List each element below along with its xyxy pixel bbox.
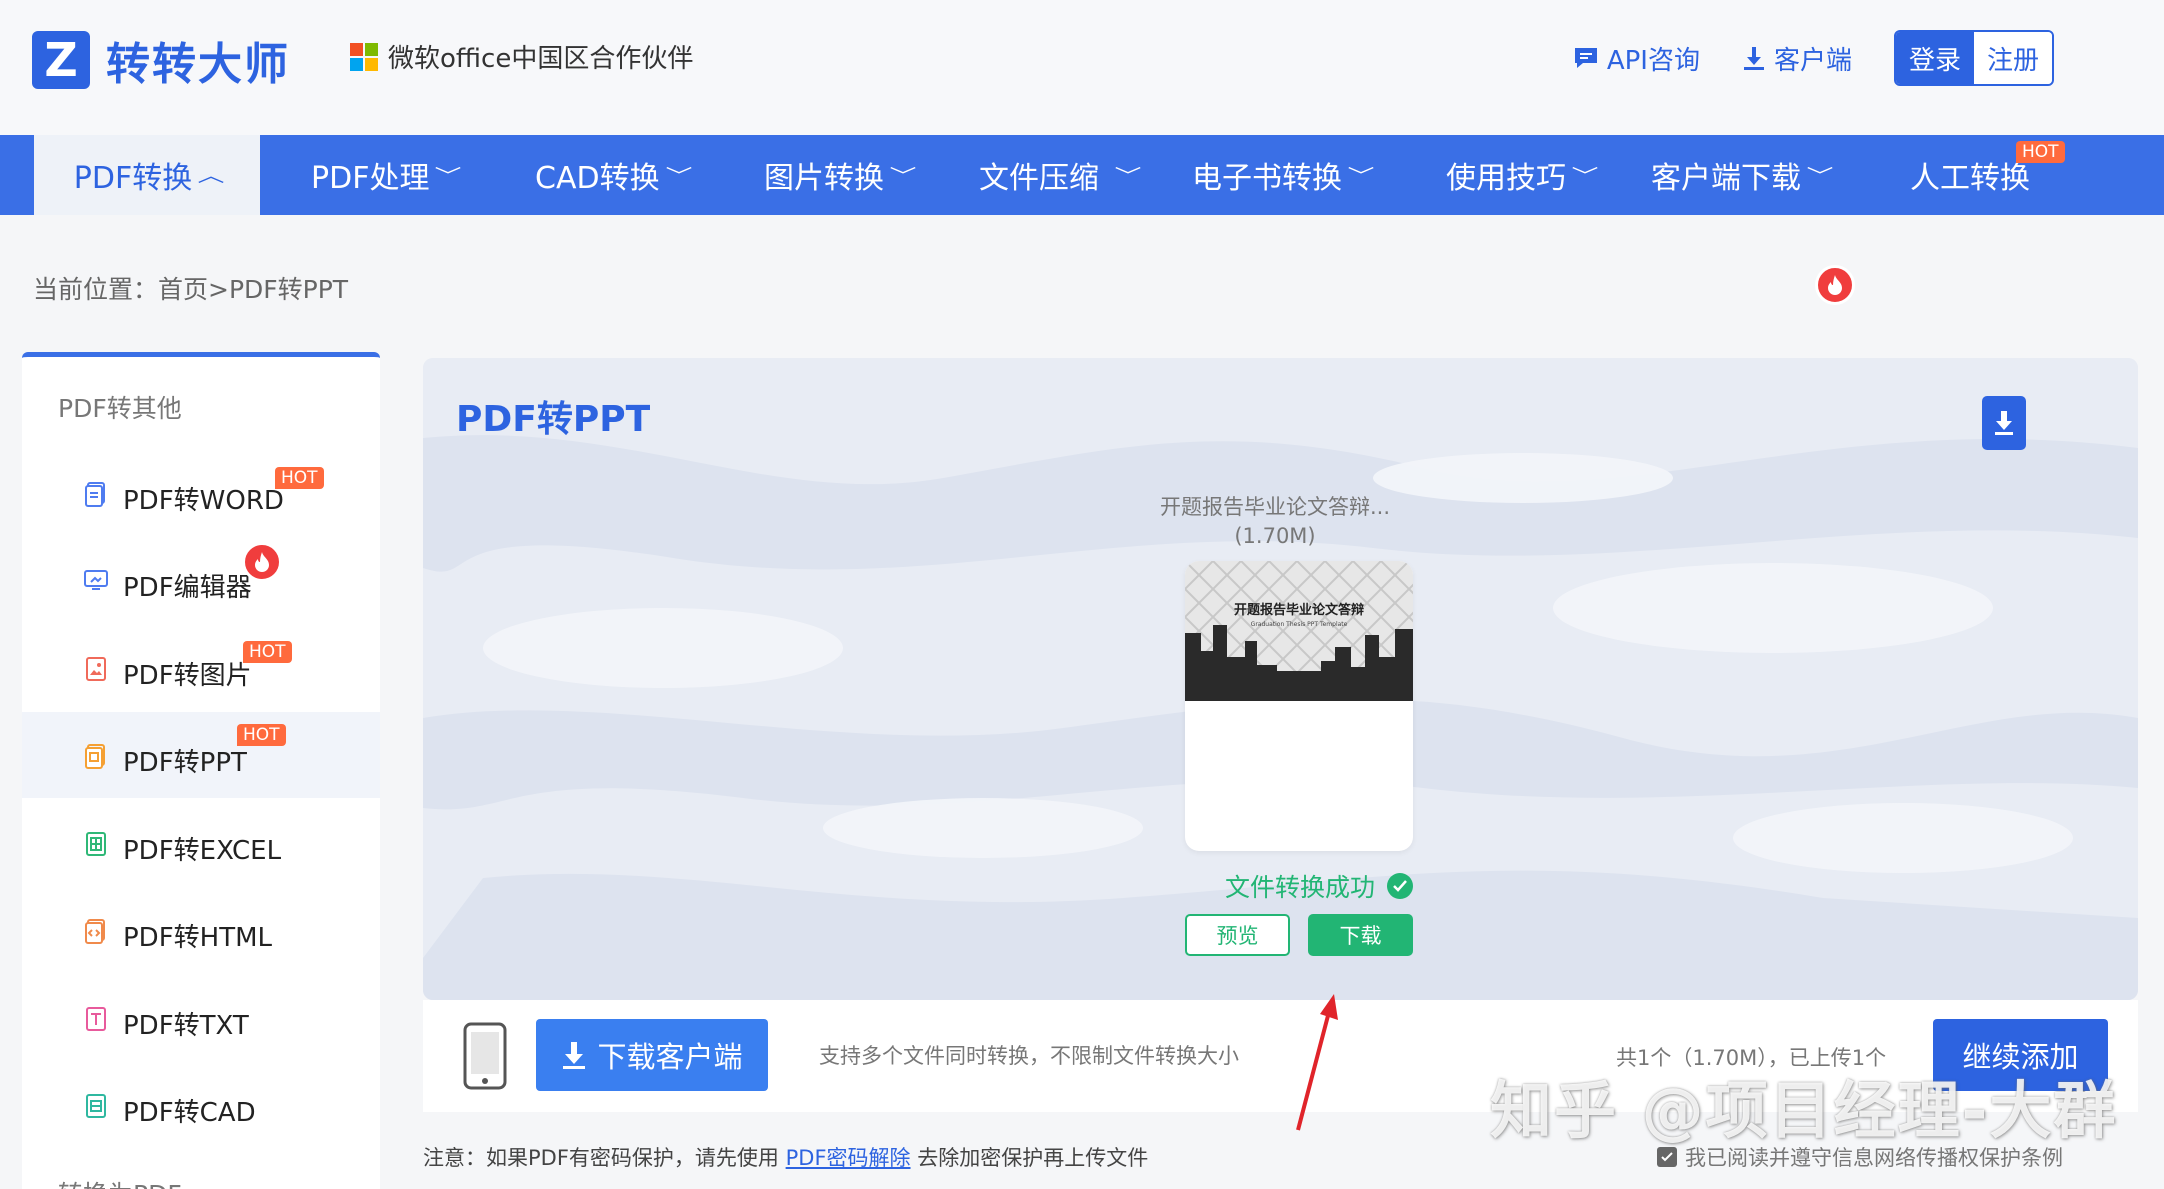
chevron-down-icon: ﹀ <box>1806 166 1834 187</box>
txt-file-icon <box>86 1007 106 1031</box>
sidebar-section-to-pdf: 转换为PDF <box>58 1175 182 1189</box>
chevron-up-icon: ︿ <box>197 166 225 187</box>
top-bar: Z 转转大师 微软office中国区合作伙伴 API咨询 客户端 登录 注册 <box>0 0 2164 135</box>
conversion-status: 文件转换成功 <box>1225 868 1414 904</box>
download-button[interactable]: 下载 <box>1308 914 1413 956</box>
main-nav: PDF转换 ︿ PDF处理 ﹀ CAD转换 ﹀ 图片转换 ﹀ 文件压缩 ﹀ 电子书转换 ﹀ … <box>0 135 2164 305</box>
auth-buttons: 登录 注册 <box>1894 30 2054 86</box>
sidebar-heading: PDF转其他 <box>58 394 182 423</box>
thumbnail-subtitle: Graduation Thesis PPT Template <box>1250 621 1348 628</box>
login-button[interactable]: 登录 <box>1896 32 1974 84</box>
nav-cad-convert[interactable]: CAD转换 ﹀ <box>535 135 692 215</box>
download-icon <box>1743 47 1764 70</box>
phone-icon <box>463 1022 507 1090</box>
file-thumbnail[interactable]: 开题报告毕业论文答辩 Graduation Thesis PPT Templat… <box>1185 561 1413 851</box>
chevron-down-icon: ﹀ <box>1347 166 1375 187</box>
conversion-panel: PDF转PPT 开题报告毕业论文答辩... (1.70M) 开题报告毕业论文答辩… <box>423 358 2138 1000</box>
sidebar: PDF转其他 PDF转WORD HOT PDF编辑器 PDF转图片 HOT PD… <box>22 352 380 1189</box>
hot-badge: HOT <box>275 467 324 489</box>
chevron-down-icon: ﹀ <box>1571 166 1599 187</box>
preview-button[interactable]: 预览 <box>1185 914 1290 956</box>
partner-text: 微软office中国区合作伙伴 <box>388 44 694 74</box>
register-button[interactable]: 注册 <box>1974 32 2052 84</box>
sidebar-item-pdf-to-excel[interactable]: PDF转EXCEL <box>22 800 380 886</box>
html-file-icon <box>85 919 105 944</box>
download-icon <box>1995 411 2013 435</box>
download-client-button[interactable]: 下载客户端 <box>536 1019 768 1091</box>
thumbnail-title: 开题报告毕业论文答辩 <box>1233 603 1364 618</box>
watermark: 知乎 @项目经理-大群 <box>1490 1074 2118 1147</box>
nav-tips[interactable]: 使用技巧 ﹀ <box>1446 135 1599 215</box>
api-consult-link[interactable]: API咨询 <box>1573 40 1700 77</box>
hot-badge: HOT <box>2016 141 2065 163</box>
fire-icon <box>1815 265 1855 305</box>
download-corner-button[interactable] <box>1982 396 2026 450</box>
excel-file-icon <box>86 832 106 856</box>
logo-icon: Z <box>32 31 90 89</box>
partner-badge: 微软office中国区合作伙伴 <box>350 38 693 75</box>
fire-icon <box>242 542 282 582</box>
sidebar-item-pdf-to-ppt[interactable]: PDF转PPT HOT <box>22 712 380 798</box>
nav-client-download[interactable]: 客户端下载 ﹀ <box>1651 135 1834 215</box>
file-info: 开题报告毕业论文答辩... (1.70M) <box>1150 493 1400 551</box>
logo[interactable]: Z 转转大师 <box>32 28 290 92</box>
sidebar-item-pdf-to-image[interactable]: PDF转图片 HOT <box>22 625 380 711</box>
check-circle-icon <box>1387 873 1414 899</box>
support-text: 支持多个文件同时转换，不限制文件转换大小 <box>819 1044 1239 1068</box>
nav-ebook-convert[interactable]: 电子书转换 ﹀ <box>1192 135 1375 215</box>
page-title: PDF转PPT <box>456 399 651 440</box>
thumbnail-image <box>1185 561 1413 701</box>
hot-badge: HOT <box>243 641 292 663</box>
image-file-icon <box>86 657 106 681</box>
sidebar-item-pdf-to-txt[interactable]: PDF转TXT <box>22 975 380 1061</box>
download-icon <box>563 1042 586 1069</box>
sidebar-item-pdf-to-cad[interactable]: PDF转CAD <box>22 1062 380 1148</box>
pdf-unlock-link[interactable]: PDF密码解除 <box>786 1146 911 1170</box>
breadcrumb: 当前位置：首页>PDF转PPT <box>33 275 349 304</box>
sidebar-item-pdf-to-word[interactable]: PDF转WORD HOT <box>22 450 380 536</box>
word-file-icon <box>85 482 105 507</box>
cad-file-icon <box>86 1094 106 1118</box>
ppt-file-icon <box>85 744 105 769</box>
chat-icon <box>1574 48 1597 68</box>
file-size: (1.70M) <box>1234 524 1316 548</box>
nav-pdf-process[interactable]: PDF处理 ﹀ <box>311 135 462 215</box>
hot-badge: HOT <box>237 724 286 746</box>
sidebar-item-pdf-to-html[interactable]: PDF转HTML <box>22 887 380 973</box>
chevron-down-icon: ﹀ <box>889 166 917 187</box>
agreement-checkbox[interactable] <box>1657 1147 1677 1167</box>
chevron-down-icon: ﹀ <box>1114 166 1142 187</box>
nav-file-compress[interactable]: 文件压缩 ﹀ <box>979 135 1142 215</box>
nav-image-convert[interactable]: 图片转换 ﹀ <box>764 135 917 215</box>
microsoft-icon <box>350 42 378 71</box>
chevron-down-icon: ﹀ <box>434 166 462 187</box>
brand-name: 转转大师 <box>106 39 290 90</box>
sidebar-item-pdf-editor[interactable]: PDF编辑器 <box>22 537 380 623</box>
top-links: API咨询 客户端 登录 注册 <box>1573 30 2164 86</box>
monitor-icon <box>84 570 108 590</box>
annotation-arrow <box>1296 994 1338 1131</box>
client-link[interactable]: 客户端 <box>1742 40 1852 77</box>
chevron-down-icon: ﹀ <box>665 166 693 187</box>
nav-manual-convert[interactable]: 人工转换 <box>1910 135 2030 215</box>
password-notice: 注意：如果PDF有密码保护，请先使用 PDF密码解除 去除加密保护再上传文件 <box>423 1146 1149 1170</box>
file-name: 开题报告毕业论文答辩... <box>1159 495 1391 519</box>
nav-pdf-convert[interactable]: PDF转换 ︿ <box>34 135 260 215</box>
